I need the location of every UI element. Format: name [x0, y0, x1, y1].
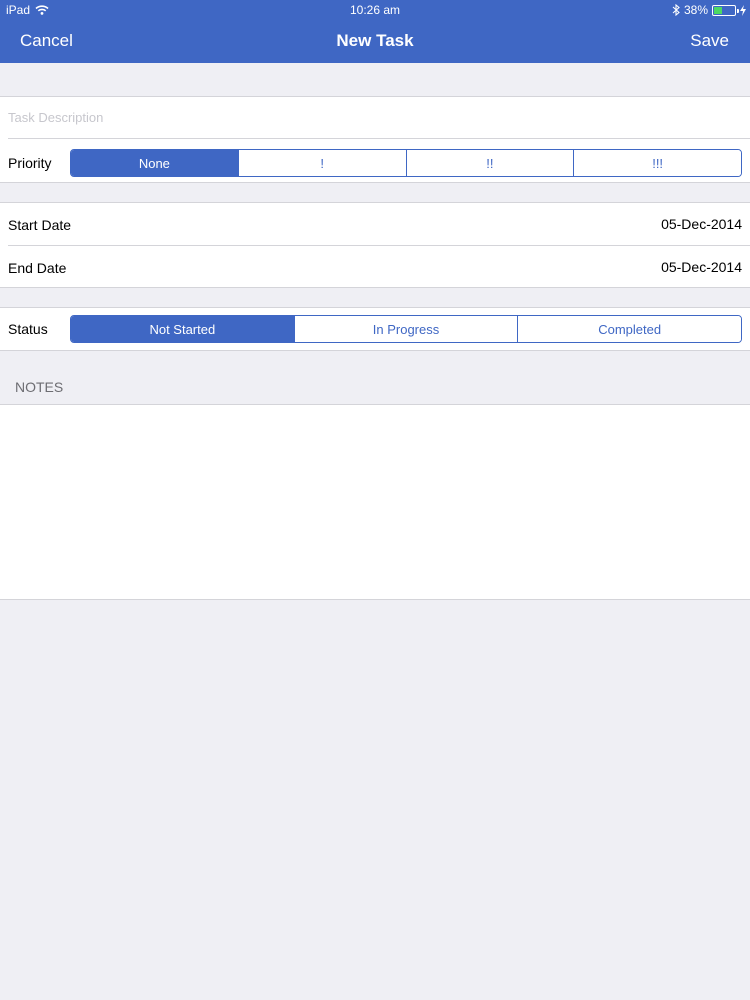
battery-icon: [712, 4, 739, 16]
priority-segmented-control: None ! !! !!!: [70, 149, 742, 177]
end-date-value: 05-Dec-2014: [661, 259, 742, 275]
status-option-not-started[interactable]: Not Started: [71, 316, 294, 342]
start-date-label: Start Date: [8, 217, 72, 233]
priority-option-high[interactable]: !!!: [573, 150, 741, 176]
priority-option-none[interactable]: None: [71, 150, 238, 176]
navigation-bar: iPad 10:26 am 38% Cancel New Task Save: [0, 0, 750, 63]
task-description-input[interactable]: [8, 97, 742, 137]
end-date-row[interactable]: End Date 05-Dec-2014: [0, 246, 750, 288]
start-date-row[interactable]: Start Date 05-Dec-2014: [0, 203, 750, 245]
divider: [8, 138, 750, 139]
status-segmented-control: Not Started In Progress Completed: [70, 315, 742, 343]
priority-option-medium[interactable]: !!: [405, 150, 574, 176]
status-label: Status: [8, 321, 48, 337]
task-details-section: Priority None ! !! !!!: [0, 96, 750, 183]
status-option-completed[interactable]: Completed: [517, 316, 741, 342]
battery-percentage: 38%: [683, 3, 708, 17]
status-option-in-progress[interactable]: In Progress: [293, 316, 518, 342]
status-bar-right: 38%: [672, 3, 746, 17]
notes-textarea[interactable]: [0, 404, 750, 600]
priority-option-low[interactable]: !: [237, 150, 406, 176]
end-date-label: End Date: [8, 260, 67, 276]
bluetooth-icon: [672, 4, 680, 16]
dates-section: Start Date 05-Dec-2014 End Date 05-Dec-2…: [0, 202, 750, 288]
priority-label: Priority: [8, 155, 52, 171]
save-button[interactable]: Save: [690, 31, 729, 51]
notes-header: NOTES: [15, 379, 64, 395]
page-title: New Task: [336, 31, 414, 50]
status-section: Status Not Started In Progress Completed: [0, 307, 750, 351]
status-time: 10:26 am: [349, 3, 401, 17]
start-date-value: 05-Dec-2014: [661, 216, 742, 232]
charging-icon: [740, 4, 746, 16]
